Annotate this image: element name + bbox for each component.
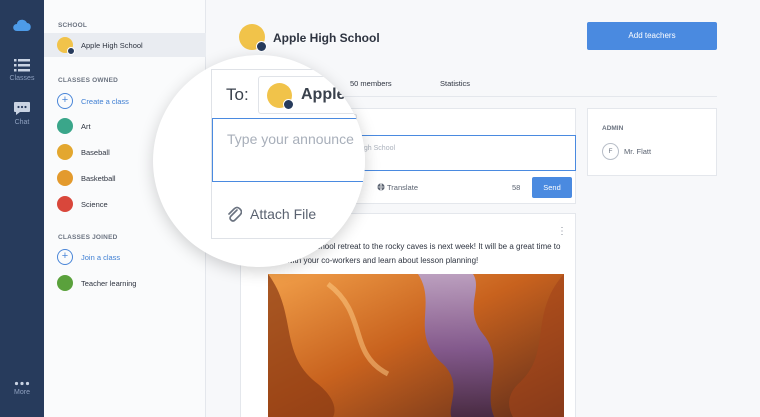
rail-label: Classes — [9, 75, 35, 82]
char-count: 58 — [512, 183, 521, 192]
class-avatar — [57, 275, 73, 291]
rail-item-classes[interactable]: Classes — [0, 59, 44, 82]
class-avatar — [57, 118, 73, 134]
sidebar-item-label: Basketball — [81, 173, 116, 183]
attach-file-button[interactable]: Attach File — [250, 206, 316, 222]
badge-icon — [283, 99, 294, 110]
rail-item-more[interactable]: More — [0, 381, 44, 396]
school-avatar — [57, 37, 75, 55]
avatar[interactable]: F — [602, 143, 619, 160]
sidebar-item-label: Teacher learning — [81, 278, 137, 288]
class-avatar — [57, 144, 73, 160]
sidebar-item-teacher-learning[interactable]: Teacher learning — [44, 271, 206, 295]
magnified-composer: To: Apple Type your announce Attach File — [211, 69, 365, 239]
canyon-image — [268, 274, 564, 417]
to-label: To: — [226, 85, 249, 104]
recipient-name: Apple — [301, 86, 346, 103]
add-teachers-button[interactable]: Add teachers — [587, 22, 717, 50]
school-heading: SCHOOL — [58, 22, 88, 29]
translate-label: Translate — [387, 183, 418, 192]
sidebar-item-label: Baseball — [81, 147, 110, 157]
page-title: Apple High School — [273, 31, 380, 45]
badge-icon — [67, 47, 75, 55]
sidebar-item-label: Science — [81, 199, 108, 209]
cloud-logo-icon[interactable] — [11, 17, 33, 33]
send-button[interactable]: Send — [532, 177, 572, 198]
rail-label: More — [14, 389, 30, 396]
recipient-chip[interactable]: Apple — [258, 76, 365, 114]
school-avatar — [239, 24, 267, 52]
canyon-photo[interactable] — [268, 274, 564, 417]
badge-icon — [256, 41, 267, 52]
more-icon — [14, 381, 30, 386]
sidebar-item-label: Apple High School — [81, 40, 143, 50]
owned-heading: CLASSES OWNED — [58, 77, 119, 84]
join-class-button[interactable]: + Join a class — [44, 245, 206, 269]
plus-icon: + — [57, 249, 73, 265]
paperclip-icon — [228, 206, 242, 222]
admin-heading: ADMIN — [602, 125, 624, 132]
tab-statistics[interactable]: Statistics — [440, 79, 470, 88]
message-input[interactable]: Type your announce — [212, 118, 365, 182]
globe-icon — [377, 183, 385, 192]
post-menu-icon[interactable]: ⋮ — [557, 226, 567, 237]
joined-heading: CLASSES JOINED — [58, 234, 118, 241]
message-input[interactable]: ple High School — [339, 135, 576, 171]
left-rail: Classes Chat More — [0, 0, 44, 417]
sidebar-item-label: Join a class — [81, 252, 121, 262]
sidebar-item-school[interactable]: Apple High School — [44, 33, 206, 57]
magnifier-lens: To: Apple Type your announce Attach File — [153, 55, 365, 267]
translate-button[interactable]: Translate — [377, 183, 418, 192]
rail-item-chat[interactable]: Chat — [0, 101, 44, 126]
sidebar-item-label: Create a class — [81, 96, 129, 106]
class-avatar — [57, 170, 73, 186]
chat-icon — [14, 102, 30, 115]
admin-name[interactable]: Mr. Flatt — [624, 147, 651, 156]
list-icon — [14, 59, 30, 72]
plus-icon: + — [57, 93, 73, 109]
rail-label: Chat — [14, 119, 30, 126]
message-placeholder: Type your announce — [227, 131, 354, 147]
school-avatar — [267, 83, 294, 110]
admin-card: ADMIN F Mr. Flatt — [587, 108, 717, 176]
sidebar-item-label: Art — [81, 121, 91, 131]
class-avatar — [57, 196, 73, 212]
